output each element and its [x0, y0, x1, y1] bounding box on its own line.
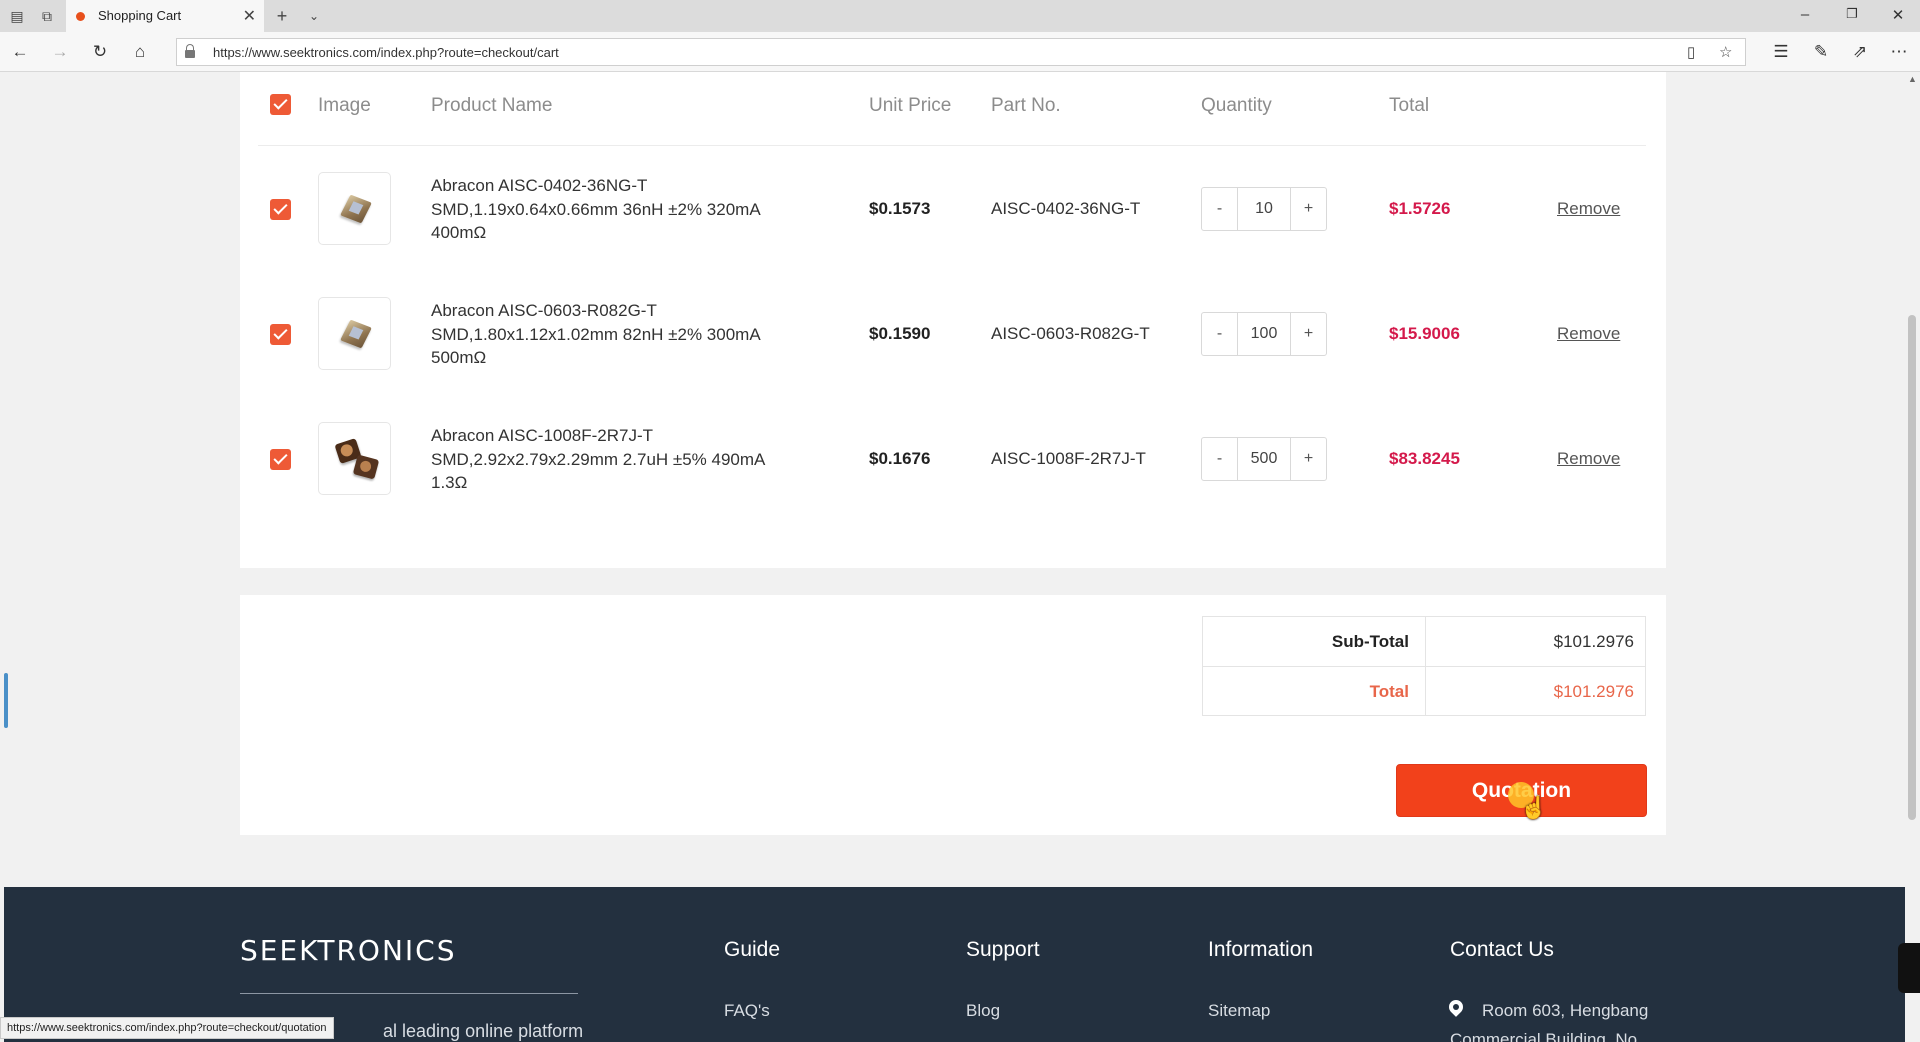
qty-decrease-button[interactable]: -: [1202, 188, 1238, 230]
contact-address-line2: Commercial Building, No.: [1450, 1030, 1642, 1042]
product-name-link[interactable]: Abracon AISC-0603-R082G-T SMD,1.80x1.12x…: [431, 299, 791, 370]
reading-view-icon[interactable]: ▯: [1687, 43, 1695, 61]
row-checkbox[interactable]: [270, 449, 291, 470]
part-no: AISC-0402-36NG-T: [991, 199, 1141, 218]
remove-link[interactable]: Remove: [1557, 449, 1620, 469]
unit-price: $0.1676: [869, 449, 931, 468]
product-image[interactable]: [318, 297, 391, 370]
restore-icon[interactable]: ❐: [1842, 6, 1862, 22]
more-menu-icon[interactable]: ⋯: [1889, 42, 1909, 62]
subtotal-row: Sub-Total $101.2976: [1203, 617, 1645, 666]
row-checkbox[interactable]: [270, 199, 291, 220]
forward-arrow-icon[interactable]: →: [50, 42, 70, 62]
favorite-star-icon[interactable]: ☆: [1719, 43, 1732, 61]
side-marker: [4, 673, 8, 728]
unit-price: $0.1573: [869, 199, 931, 218]
site-favicon-icon: [76, 12, 85, 21]
new-tab-icon[interactable]: +: [273, 7, 291, 25]
quantity-stepper: - 10 +: [1201, 187, 1327, 231]
set-aside-tabs-icon[interactable]: ⧉: [38, 7, 56, 25]
remove-link[interactable]: Remove: [1557, 199, 1620, 219]
product-name-link[interactable]: Abracon AISC-0402-36NG-T SMD,1.19x0.64x0…: [431, 174, 791, 245]
scroll-up-arrow-icon[interactable]: ▲: [1908, 74, 1917, 84]
qty-increase-button[interactable]: +: [1290, 188, 1326, 230]
footer-link-faqs[interactable]: FAQ's: [724, 1001, 770, 1021]
total-label: Total: [1369, 682, 1409, 701]
refresh-icon[interactable]: ↻: [90, 42, 110, 62]
product-image[interactable]: [318, 422, 391, 495]
summary-table: Sub-Total $101.2976 Total $101.2976: [1202, 616, 1646, 716]
close-tab-icon[interactable]: ✕: [243, 6, 256, 26]
select-all-checkbox[interactable]: [270, 94, 291, 115]
browser-nav-bar: ← → ↻ ⌂ https://www.seektronics.com/inde…: [0, 32, 1920, 72]
tab-shopping-cart[interactable]: Shopping Cart ✕: [66, 0, 264, 32]
header-image: Image: [318, 95, 371, 116]
product-image[interactable]: [318, 172, 391, 245]
footer-tagline: al leading online platform: [383, 1021, 584, 1041]
quantity-stepper: - 500 +: [1201, 437, 1327, 481]
qty-increase-button[interactable]: +: [1290, 438, 1326, 480]
quantity-input[interactable]: 100: [1238, 313, 1290, 355]
footer-heading-information: Information: [1208, 938, 1314, 961]
header-part-no: Part No.: [991, 95, 1061, 116]
qty-increase-button[interactable]: +: [1290, 313, 1326, 355]
row-total: $15.9006: [1389, 324, 1460, 343]
window-close-icon[interactable]: ✕: [1888, 6, 1908, 24]
quantity-input[interactable]: 500: [1238, 438, 1290, 480]
footer-link-blog[interactable]: Blog: [966, 1001, 1000, 1021]
total-row: Total $101.2976: [1203, 666, 1645, 715]
side-float-tab[interactable]: [1898, 943, 1920, 993]
footer-heading-contact: Contact Us: [1450, 938, 1554, 961]
row-total: $1.5726: [1389, 199, 1451, 218]
footer-heading-guide: Guide: [724, 938, 781, 961]
address-bar[interactable]: https://www.seektronics.com/index.php?ro…: [176, 38, 1746, 66]
address-url[interactable]: https://www.seektronics.com/index.php?ro…: [213, 45, 559, 60]
part-no: AISC-1008F-2R7J-T: [991, 449, 1146, 468]
total-value: $101.2976: [1553, 682, 1634, 701]
header-unit-price: Unit Price: [869, 95, 952, 116]
minimize-icon[interactable]: –: [1795, 6, 1815, 23]
row-checkbox[interactable]: [270, 324, 291, 345]
remove-link[interactable]: Remove: [1557, 324, 1620, 344]
subtotal-label: Sub-Total: [1331, 632, 1409, 651]
part-no: AISC-0603-R082G-T: [991, 324, 1150, 343]
browser-tab-bar: ▤ ⧉ Shopping Cart ✕ + ⌄ – ❐ ✕: [0, 0, 1920, 32]
quantity-input[interactable]: 10: [1238, 188, 1290, 230]
web-note-pen-icon[interactable]: ✎: [1811, 42, 1831, 62]
header-total: Total: [1389, 95, 1430, 116]
quantity-stepper: - 100 +: [1201, 312, 1327, 356]
tab-list-chevron-down-icon[interactable]: ⌄: [305, 7, 323, 25]
qty-decrease-button[interactable]: -: [1202, 313, 1238, 355]
back-arrow-icon[interactable]: ←: [10, 42, 30, 62]
footer-logo[interactable]: SEEKTRONICS: [240, 934, 456, 967]
unit-price: $0.1590: [869, 324, 931, 343]
header-product-name: Product Name: [431, 95, 553, 116]
home-icon[interactable]: ⌂: [130, 42, 150, 62]
browser-status-url: https://www.seektronics.com/index.php?ro…: [0, 1017, 334, 1039]
favorites-list-icon[interactable]: ☰: [1771, 42, 1791, 62]
share-icon[interactable]: ⇗: [1850, 42, 1870, 62]
product-name-link[interactable]: Abracon AISC-1008F-2R7J-T SMD,2.92x2.79x…: [431, 424, 791, 495]
qty-decrease-button[interactable]: -: [1202, 438, 1238, 480]
footer-heading-support: Support: [966, 938, 1040, 961]
header-quantity: Quantity: [1201, 95, 1272, 116]
footer-link-sitemap[interactable]: Sitemap: [1208, 1001, 1270, 1021]
lock-icon: [185, 44, 195, 58]
tab-title: Shopping Cart: [98, 8, 182, 23]
logo-divider: [240, 993, 578, 994]
tab-manager-icon[interactable]: ▤: [8, 7, 26, 25]
header-divider: [258, 145, 1646, 146]
page-scrollbar-thumb[interactable]: [1908, 315, 1916, 820]
hand-cursor-icon: ☝: [1520, 795, 1548, 820]
contact-address-line1: Room 603, Hengbang: [1482, 1001, 1649, 1020]
row-total: $83.8245: [1389, 449, 1460, 468]
subtotal-value: $101.2976: [1553, 632, 1634, 651]
